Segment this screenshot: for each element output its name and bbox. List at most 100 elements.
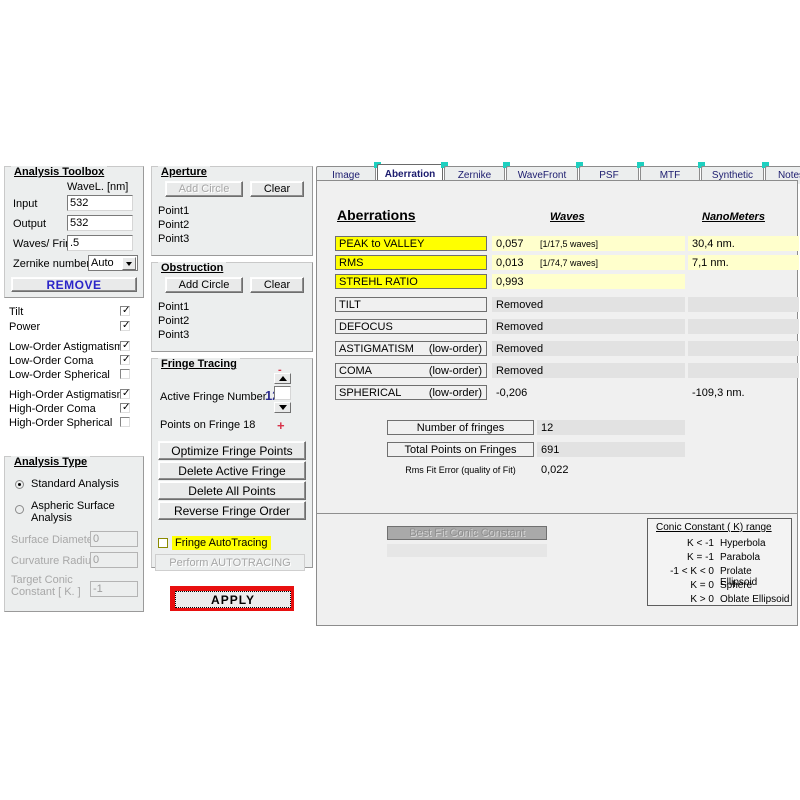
curvature-radius-field[interactable]: 0 (90, 552, 138, 568)
row-name-strehl-ratio: STREHL RATIO (339, 276, 418, 288)
obstruction-add-circle-button[interactable]: Add Circle (165, 277, 243, 293)
checkbox-label-high-order-coma: High-Order Coma (9, 403, 96, 415)
spinner-value-field[interactable] (274, 386, 291, 400)
waves-column-header: Waves (550, 211, 585, 223)
obstruction-point-2[interactable]: Point2 (158, 314, 189, 328)
checkbox-label-high-order-astigmatism: High-Order Astigmatism (9, 389, 126, 401)
wavelength-header: WaveL. [nm] (67, 181, 128, 193)
obstruction-point-3[interactable]: Point3 (158, 328, 189, 342)
number-of-fringes-label: Number of fringes (387, 420, 534, 435)
table-row-label-defocus[interactable]: DEFOCUS (335, 319, 487, 334)
checkbox-label-power: Power (9, 321, 40, 333)
spinner-up-button[interactable] (274, 373, 291, 384)
analysis-toolbox-legend: Analysis Toolbox (11, 166, 107, 178)
output-label: Output (13, 218, 46, 230)
chevron-down-icon[interactable] (122, 257, 136, 270)
waves-per-fringe-field[interactable]: .5 (67, 235, 133, 251)
table-row-label-spherical[interactable]: SPHERICAL (low-order) (335, 385, 487, 400)
aperture-point-2[interactable]: Point2 (158, 218, 189, 232)
table-row-label-strehl-ratio[interactable]: STREHL RATIO (335, 274, 487, 289)
radio-label-aspheric-line1: Aspheric Surface (31, 500, 115, 512)
fringe-number-spinner[interactable] (273, 373, 293, 417)
aperture-point-3[interactable]: Point3 (158, 232, 189, 246)
radio-aspheric-surface-analysis[interactable] (15, 505, 24, 514)
input-label: Input (13, 198, 37, 210)
target-conic-field[interactable]: -1 (90, 581, 138, 597)
checkbox-low-order-spherical[interactable] (120, 369, 130, 379)
checkbox-tilt[interactable]: ✓ (120, 306, 130, 316)
checkbox-low-order-coma[interactable]: ✓ (120, 355, 130, 365)
aperture-add-circle-button[interactable]: Add Circle (165, 181, 243, 197)
checkbox-label-low-order-spherical: Low-Order Spherical (9, 369, 110, 381)
row-name-coma: COMA (339, 365, 372, 377)
radio-label-standard-analysis: Standard Analysis (31, 478, 119, 490)
aberration-content-panel: Aberrations Waves NanoMeters PEAK to VAL… (316, 180, 798, 520)
remove-button[interactable]: REMOVE (11, 277, 137, 292)
table-row-label-astigmatism[interactable]: ASTIGMATISM (low-order) (335, 341, 487, 356)
waves-value-rms: 0,013 (492, 257, 540, 269)
radio-standard-analysis[interactable] (15, 480, 24, 489)
delete-active-fringe-button[interactable]: Delete Active Fringe (158, 461, 306, 480)
table-row-label-peak-to-valley[interactable]: PEAK to VALLEY (335, 236, 487, 251)
checkbox-low-order-astigmatism[interactable]: ✓ (120, 341, 130, 351)
optimize-fringe-points-button[interactable]: Optimize Fringe Points (158, 441, 306, 460)
waves-value-strehl-ratio: 0,993 (492, 276, 540, 288)
analysis-type-legend: Analysis Type (11, 456, 90, 468)
conic-name-1: Parabola (720, 552, 760, 563)
table-row-waves-astigmatism: Removed (492, 341, 685, 356)
total-points-on-fringes-value: 691 (537, 442, 685, 457)
delete-all-points-button[interactable]: Delete All Points (158, 481, 306, 500)
conic-k-3: K = 0 (652, 580, 714, 591)
row-suffix-astigmatism: (low-order) (429, 343, 486, 355)
apply-button[interactable]: APPLY (175, 591, 291, 608)
waves-paren-peak-to-valley: [1/17,5 waves] (540, 239, 598, 249)
checkbox-label-tilt: Tilt (9, 306, 23, 318)
increment-indicator: + (277, 421, 285, 430)
surface-diameter-field[interactable]: 0 (90, 531, 138, 547)
checkbox-power[interactable]: ✓ (120, 321, 130, 331)
checkbox-high-order-spherical[interactable] (120, 417, 130, 427)
checkbox-high-order-astigmatism[interactable]: ✓ (120, 389, 130, 399)
obstruction-legend: Obstruction (158, 262, 226, 274)
conic-name-0: Hyperbola (720, 538, 766, 549)
obstruction-clear-button[interactable]: Clear (250, 277, 304, 293)
waves-value-spherical: -0,206 (492, 387, 540, 399)
checkbox-label-high-order-spherical: High-Order Spherical (9, 417, 112, 429)
table-row-label-tilt[interactable]: TILT (335, 297, 487, 312)
best-fit-conic-constant-field[interactable] (387, 544, 547, 557)
input-field[interactable]: 532 (67, 195, 133, 211)
table-row-nm-tilt (688, 297, 799, 312)
radio-label-aspheric-line2: Analysis (31, 512, 72, 524)
output-field[interactable]: 532 (67, 215, 133, 231)
aperture-clear-button[interactable]: Clear (250, 181, 304, 197)
aperture-point-1[interactable]: Point1 (158, 204, 189, 218)
conic-legend-title: Conic Constant ( K) range (656, 522, 772, 533)
spinner-down-button[interactable] (274, 402, 291, 413)
conic-name-3: Sphere (720, 580, 752, 591)
analysis-toolbox-group: Analysis Toolbox WaveL. [nm] Input 532 O… (4, 166, 144, 298)
waves-value-tilt: Removed (492, 299, 540, 311)
aberrations-heading: Aberrations (337, 207, 416, 223)
conic-constant-panel: Best Fit Conic Constant Conic Constant (… (316, 514, 798, 626)
fringe-autotracing-checkbox[interactable] (158, 538, 168, 548)
checkbox-high-order-coma[interactable]: ✓ (120, 403, 130, 413)
conic-constant-legend: Conic Constant ( K) range K < -1 Hyperbo… (647, 518, 792, 606)
obstruction-point-1[interactable]: Point1 (158, 300, 189, 314)
zernike-number-label: Zernike number (13, 258, 90, 270)
target-conic-label-line1: Target Conic (11, 574, 73, 586)
row-name-spherical: SPHERICAL (339, 387, 401, 399)
table-row-label-coma[interactable]: COMA (low-order) (335, 363, 487, 378)
active-fringe-number-label: Active Fringe Number (160, 391, 266, 403)
best-fit-conic-constant-button[interactable]: Best Fit Conic Constant (387, 526, 547, 540)
waves-value-defocus: Removed (492, 321, 540, 333)
table-row-waves-coma: Removed (492, 363, 685, 378)
table-row-waves-defocus: Removed (492, 319, 685, 334)
perform-autotracing-button[interactable]: Perform AUTOTRACING (155, 554, 305, 571)
row-suffix-coma: (low-order) (429, 365, 486, 377)
table-row-nm-peak-to-valley: 30,4 nm. (688, 236, 799, 251)
zernike-number-select[interactable]: Auto (88, 255, 138, 271)
reverse-fringe-order-button[interactable]: Reverse Fringe Order (158, 501, 306, 520)
apply-button-frame: APPLY (170, 586, 294, 611)
table-row-label-rms[interactable]: RMS (335, 255, 487, 270)
conic-k-4: K > 0 (652, 594, 714, 605)
